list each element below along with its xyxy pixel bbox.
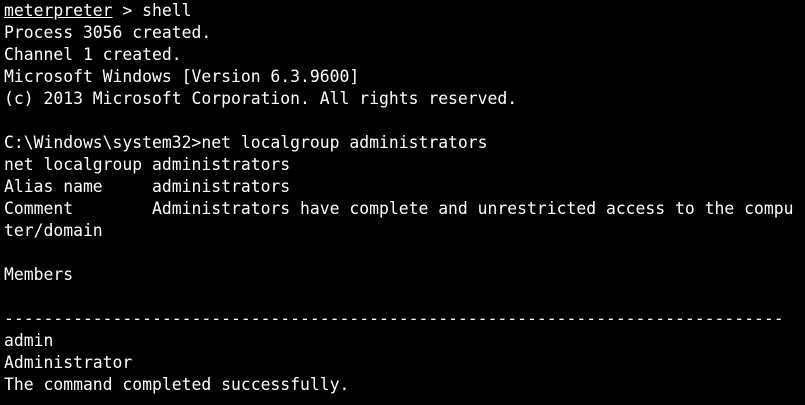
- meterpreter-command: > shell: [112, 1, 192, 20]
- comment-continuation-line: ter/domain: [4, 221, 103, 240]
- output-line: Microsoft Windows [Version 6.3.9600]: [4, 67, 360, 86]
- terminal-window[interactable]: meterpreter > shell Process 3056 created…: [0, 0, 805, 405]
- output-line: Channel 1 created.: [4, 45, 182, 64]
- status-line: The command completed successfully.: [4, 375, 350, 394]
- comment-line: Comment Administrators have complete and…: [4, 199, 794, 218]
- alias-name-line: Alias name administrators: [4, 177, 291, 196]
- members-heading: Members: [4, 265, 74, 284]
- meterpreter-prompt-line: meterpreter > shell: [4, 0, 805, 22]
- output-line: net localgroup administrators: [4, 155, 291, 174]
- meterpreter-prompt: meterpreter: [4, 1, 113, 20]
- cmd-prompt-line: C:\Windows\system32>net localgroup admin…: [4, 133, 488, 152]
- output-line: Process 3056 created.: [4, 23, 212, 42]
- member-item: Administrator: [4, 353, 133, 372]
- member-item: admin: [4, 331, 54, 350]
- output-line: (c) 2013 Microsoft Corporation. All righ…: [4, 89, 518, 108]
- separator-line: ----------------------------------------…: [4, 309, 784, 328]
